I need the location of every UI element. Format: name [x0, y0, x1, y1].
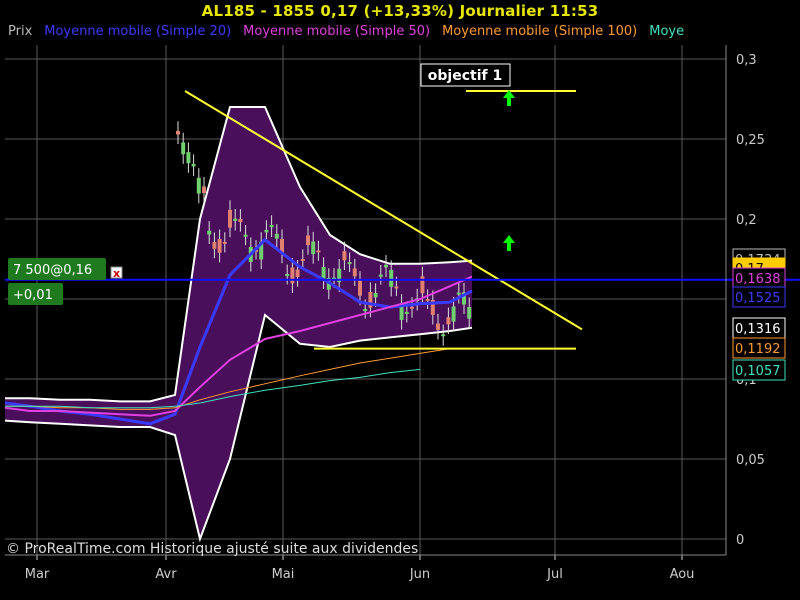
- candle-body: [300, 258, 305, 261]
- candle-body: [352, 268, 357, 277]
- candle-body: [196, 177, 201, 194]
- candle-body: [285, 274, 290, 277]
- candle-body: [441, 334, 446, 337]
- x-tick-label: Aou: [670, 567, 695, 582]
- candle-body: [295, 269, 300, 278]
- price-label: 0,1192: [735, 342, 781, 357]
- candle-body: [233, 218, 238, 221]
- pnl-label: +0,01: [13, 288, 53, 303]
- candle-body: [176, 130, 180, 135]
- candle-body: [222, 241, 227, 244]
- price-label: 0,1057: [735, 364, 781, 379]
- candle-body: [202, 186, 206, 194]
- candle-body: [467, 307, 472, 319]
- candle-body: [316, 250, 321, 253]
- candle-body: [394, 286, 399, 289]
- candle-body: [404, 311, 409, 314]
- candle-body: [384, 264, 388, 268]
- price-label: 0,1638: [735, 272, 781, 287]
- candle-body: [238, 218, 243, 223]
- candle-body: [212, 242, 217, 249]
- candle-body: [347, 262, 352, 265]
- order-label: 7 500@0,16: [13, 263, 92, 278]
- candle-body: [217, 239, 222, 253]
- x-tick-label: Mar: [25, 567, 50, 582]
- y-tick-label: 0,25: [736, 133, 765, 148]
- y-tick-label: 0,05: [736, 453, 765, 468]
- price-chart[interactable]: 00,050,10,150,20,250,3MarAvrMaiJunJulAou…: [0, 0, 800, 600]
- y-tick-label: 0,3: [736, 53, 757, 68]
- x-tick-label: Jun: [409, 567, 430, 582]
- candle-body: [191, 163, 196, 167]
- candle-body: [342, 251, 347, 261]
- candle-body: [389, 269, 394, 287]
- y-tick-label: 0: [736, 533, 744, 548]
- copyright-text: © ProRealTime.com Historique ajusté suit…: [6, 541, 418, 557]
- candle-body: [436, 323, 440, 330]
- candle-body: [243, 234, 248, 237]
- price-labels: 0,17340,170,16380,15250,13160,11920,1057: [732, 248, 786, 381]
- candle-body: [228, 209, 232, 228]
- up-arrow-icon: [503, 235, 515, 251]
- candle-body: [451, 306, 456, 322]
- price-label: 0,1525: [735, 291, 781, 306]
- candle-body: [363, 308, 368, 311]
- candle-body: [274, 233, 279, 239]
- x-tick-label: Mai: [272, 567, 295, 582]
- candle-body: [290, 267, 295, 284]
- up-arrow-icon: [503, 90, 515, 106]
- candle-body: [410, 306, 414, 309]
- candle-body: [207, 230, 212, 235]
- candle-body: [358, 280, 362, 296]
- close-icon-glyph: x: [113, 267, 120, 280]
- candle-body: [306, 235, 310, 246]
- candle-body: [446, 317, 451, 325]
- candle-body: [311, 241, 316, 255]
- candle-body: [181, 142, 186, 155]
- candle-body: [378, 274, 383, 277]
- candle-body: [425, 299, 430, 302]
- candle-body: [269, 224, 274, 228]
- y-tick-label: 0,2: [736, 213, 757, 228]
- order-close-icon[interactable]: x: [110, 266, 123, 280]
- x-tick-label: Jul: [546, 567, 563, 582]
- candle-body: [456, 292, 461, 295]
- objective-label: objectif 1: [428, 68, 502, 84]
- candle-body: [186, 152, 191, 164]
- x-tick-label: Avr: [155, 567, 177, 582]
- candle-body: [373, 292, 378, 298]
- price-label: 0,1316: [735, 322, 781, 337]
- candle-body: [264, 229, 269, 233]
